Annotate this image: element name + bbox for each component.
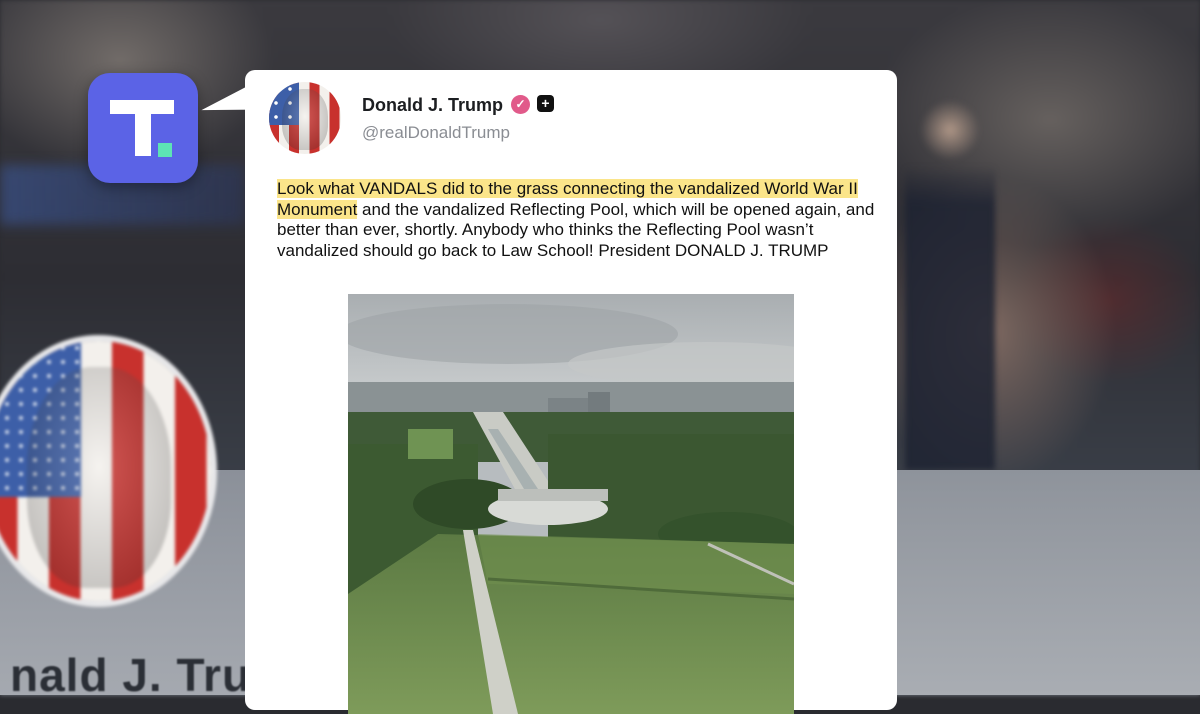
post-text-rest: and the vandalized Reflecting Pool, whic… xyxy=(277,199,875,260)
background-figure xyxy=(905,90,995,470)
post-card: Donald J. Trump ✓ + @realDonaldTrump Loo… xyxy=(245,70,897,714)
plus-badge-icon: + xyxy=(537,95,554,112)
post-text: Look what VANDALS did to the grass conne… xyxy=(277,179,877,261)
background-avatar xyxy=(0,335,217,607)
verified-badge-icon: ✓ xyxy=(511,95,530,114)
user-handle[interactable]: @realDonaldTrump xyxy=(362,123,510,143)
post-image[interactable] xyxy=(348,294,794,714)
truth-social-logo-icon xyxy=(88,73,198,183)
avatar[interactable] xyxy=(269,82,341,154)
display-name[interactable]: Donald J. Trump xyxy=(362,95,503,116)
aerial-photo-national-mall xyxy=(348,294,794,714)
background-profile-panel-right xyxy=(895,470,1200,695)
